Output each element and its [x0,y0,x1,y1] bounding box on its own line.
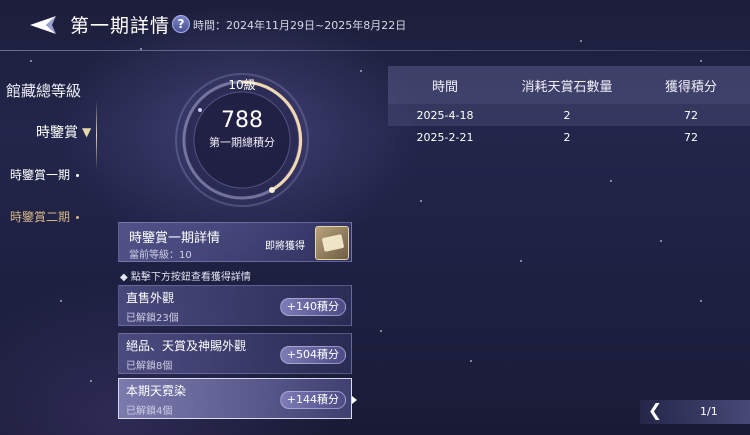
period-detail-panel[interactable]: 時鑒賞一期詳情 當前等級：10 即將獲得 [118,222,352,262]
hint-text: ◆ 點擊下方按鈕查看獲得詳情 [120,272,251,283]
points-badge: +504積分 [279,346,346,364]
table-header: 時間 消耗天賞石數量 獲得積分 [388,66,750,104]
column-header-cost: 消耗天賞石數量 [521,79,613,95]
cell-time: 2025-2-21 [416,130,474,144]
reward-name: 本期天霓染 [126,384,187,398]
total-points-value: 788 [221,108,263,133]
reward-name: 絕品、天賞及神賜外觀 [126,339,247,353]
sidebar-title[interactable]: 館藏總等級 [6,80,81,101]
reward-count: 已解鎖8個 [126,361,173,372]
reward-name: 直售外觀 [126,291,175,305]
total-points-label: 第一期總積分 [209,136,275,149]
sidebar-item-period-2[interactable]: 時鑒賞二期 [10,208,80,225]
cell-points: 72 [684,108,698,122]
bullet-dot-icon [76,216,80,219]
page-indicator: 1/1 [700,405,718,418]
points-dial: 10級 788 第一期總積分 [172,70,312,210]
cell-cost: 2 [563,108,571,122]
header-divider [0,50,750,51]
sidebar-item-label: 時鑒賞二期 [10,210,71,224]
cell-time: 2025-4-18 [416,108,474,122]
table-row: 2025-4-18 2 72 [388,104,750,126]
page-title: 第一期詳情 [70,15,171,37]
column-header-points: 獲得積分 [664,79,717,95]
bullet-dot-icon [76,174,80,177]
chevron-down-icon: ▼ [82,125,92,139]
sidebar-section[interactable]: 時鑒賞 ▼ [36,122,91,142]
back-button[interactable] [28,10,58,40]
column-header-time: 時間 [431,79,458,95]
detail-title: 時鑒賞一期詳情 [129,231,221,246]
reward-row-dye[interactable]: 本期天霓染 已解鎖4個 +144積分 [118,378,352,419]
sidebar-item-period-1[interactable]: 時鑒賞一期 [10,166,80,183]
header-bar: 第一期詳情 ? 時間：2024年11月29日~2025年8月22日 [0,0,750,52]
sidebar-item-label: 時鑒賞一期 [10,168,71,182]
points-badge: +140積分 [279,298,346,316]
cell-points: 72 [684,130,698,144]
points-history-table: 時間 消耗天賞石數量 獲得積分 2025-4-18 2 72 2025-2-21… [388,66,750,148]
reward-row-premium[interactable]: 絕品、天賞及神賜外觀 已解鎖8個 +504積分 [118,333,352,374]
table-row: 2025-2-21 2 72 [388,126,750,148]
pagination: ❮ 1/1 [640,400,750,424]
selected-indicator-icon [352,396,357,404]
chevron-left-icon[interactable]: ❮ [644,400,666,424]
back-arrow-icon [30,16,56,34]
reward-row-direct-sale[interactable]: 直售外觀 已解鎖23個 +140積分 [118,285,352,326]
reward-count: 已解鎖23個 [126,313,179,324]
sidebar-highlight-line [96,100,97,170]
current-level-text: 當前等級：10 [129,250,192,261]
question-icon[interactable]: ? [172,15,190,33]
level-label: 10級 [228,78,256,92]
period-text: 時間：2024年11月29日~2025年8月22日 [193,19,407,32]
points-badge: +144積分 [279,391,346,409]
sidebar-section-label: 時鑒賞 [36,125,78,141]
reward-count: 已解鎖4個 [126,406,173,417]
cell-cost: 2 [563,130,571,144]
scroll-item-icon[interactable] [315,226,349,260]
upcoming-reward-label: 即將獲得 [265,241,305,252]
